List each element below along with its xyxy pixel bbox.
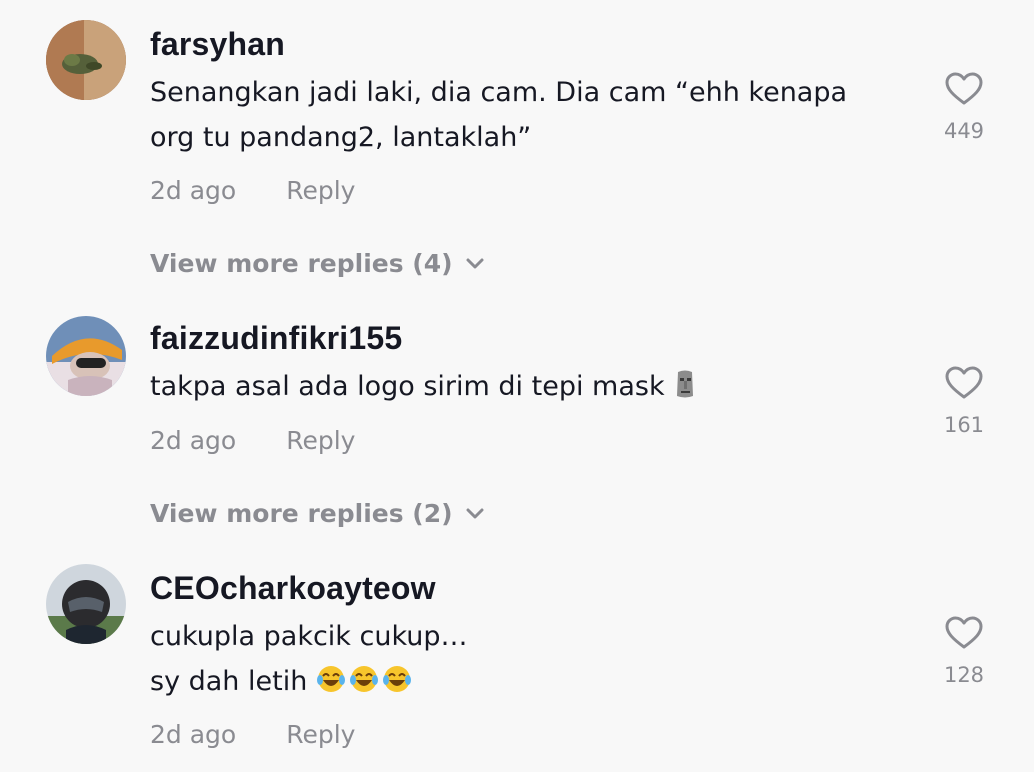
comment-timestamp: 2d ago [150,176,237,205]
heart-outline-icon[interactable] [945,616,983,650]
comment-meta: 2d ago Reply [150,173,355,209]
view-more-replies-label: View more replies (4) [150,249,453,278]
comment-username[interactable]: farsyhan [150,24,285,64]
comment-text: cukupla pakcik cukup… sy dah letih [150,614,890,704]
reply-button[interactable]: Reply [286,426,355,455]
face-with-tears-of-joy-emoji [316,665,411,692]
comment-text: takpa asal ada logo sirim di tepi mask [150,364,890,409]
like-count: 128 [943,663,985,687]
comment-meta: 2d ago Reply [150,423,355,459]
chevron-down-icon [466,258,484,269]
like-count: 161 [943,413,985,437]
comment-username[interactable]: CEOcharkoayteow [150,568,436,608]
comment-text-line: takpa asal ada logo sirim di tepi mask [150,364,890,409]
like-button[interactable]: 449 [924,72,1004,144]
like-button[interactable]: 161 [924,366,1004,438]
comment-timestamp: 2d ago [150,720,237,749]
comment-text-content: sy dah letih [150,666,308,697]
comment-text-line: cukupla pakcik cukup… [150,621,468,652]
comment-timestamp: 2d ago [150,426,237,455]
reply-button[interactable]: Reply [286,720,355,749]
comment-text-content: takpa asal ada logo sirim di tepi mask [150,371,665,402]
avatar[interactable] [46,20,126,100]
reply-button[interactable]: Reply [286,176,355,205]
like-count: 449 [943,119,985,143]
view-more-replies[interactable]: View more replies (2) [150,496,485,532]
comment-text-line: org tu pandang2, lantaklah” [150,122,532,153]
comment-text: Senangkan jadi laki, dia cam. Dia cam “e… [150,70,890,160]
comment-text-line: Senangkan jadi laki, dia cam. Dia cam “e… [150,77,848,108]
heart-outline-icon[interactable] [945,366,983,400]
comment-username[interactable]: faizzudinfikri155 [150,318,402,358]
chevron-down-icon [466,508,484,519]
like-button[interactable]: 128 [924,616,1004,688]
moai-emoji [677,370,694,397]
avatar[interactable] [46,316,126,396]
comment-text-line: sy dah letih [150,659,890,704]
view-more-replies[interactable]: View more replies (4) [150,246,485,282]
heart-outline-icon[interactable] [945,72,983,106]
avatar[interactable] [46,564,126,644]
view-more-replies-label: View more replies (2) [150,499,453,528]
comment-meta: 2d ago Reply [150,717,355,753]
